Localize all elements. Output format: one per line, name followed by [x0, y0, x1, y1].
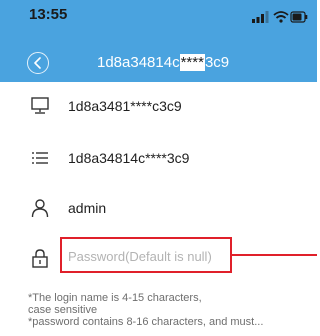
- status-icons: [252, 10, 308, 23]
- device-id-row: 1d8a34814c****3c9: [0, 134, 317, 182]
- note-line-1: *The login name is 4-15 characters,: [28, 292, 202, 304]
- header-bar: 13:55 1d8a34814c****3c9: [0, 0, 317, 82]
- title-mask: ****: [179, 54, 205, 71]
- lock-icon: [30, 248, 50, 268]
- battery-icon: [290, 11, 308, 23]
- device-serial: 1d8a3481****c3c9: [68, 98, 182, 114]
- status-time: 13:55: [29, 6, 68, 23]
- password-input[interactable]: [68, 246, 226, 266]
- login-screen: 13:55 1d8a34814c****3c9 1d8a3481****c3c9…: [0, 0, 317, 336]
- device-id: 1d8a34814c****3c9: [68, 150, 190, 166]
- username-field[interactable]: admin: [68, 200, 106, 216]
- note-line-3: *password contains 8-16 characters, and …: [28, 316, 264, 328]
- signal-icon: [252, 11, 269, 23]
- username-row[interactable]: admin: [0, 184, 317, 232]
- back-button[interactable]: [27, 52, 49, 74]
- device-serial-row: 1d8a3481****c3c9: [0, 82, 317, 130]
- wifi-icon: [273, 11, 289, 23]
- title-suffix: 3c9: [204, 54, 230, 71]
- page-title: 1d8a34814c****3c9: [97, 54, 229, 71]
- login-rules-note: *The login name is 4-15 characters, case…: [28, 292, 317, 328]
- back-arrow-icon: [34, 57, 41, 69]
- list-icon: [30, 148, 50, 168]
- password-highlight-box: [60, 237, 232, 273]
- note-line-2: case sensitive: [28, 304, 98, 316]
- person-icon: [30, 198, 50, 218]
- monitor-icon: [30, 96, 50, 116]
- title-prefix: 1d8a34814c: [97, 54, 180, 71]
- highlight-pointer-line: [232, 254, 317, 256]
